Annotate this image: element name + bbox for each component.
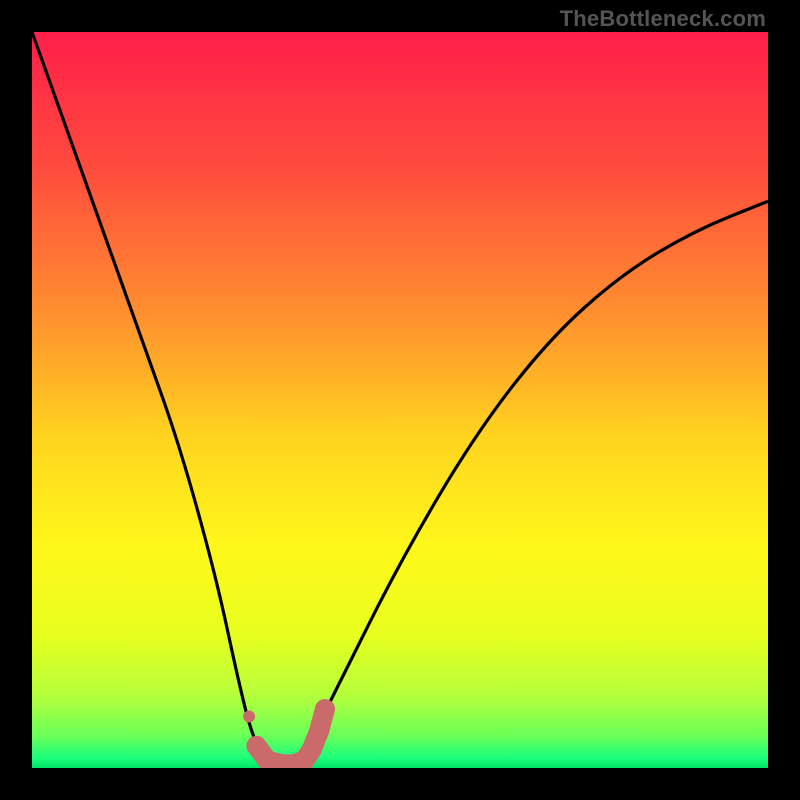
watermark-text: TheBottleneck.com bbox=[560, 6, 766, 32]
background-gradient bbox=[32, 32, 768, 768]
plot-area bbox=[32, 32, 768, 768]
chart-frame: TheBottleneck.com bbox=[0, 0, 800, 800]
